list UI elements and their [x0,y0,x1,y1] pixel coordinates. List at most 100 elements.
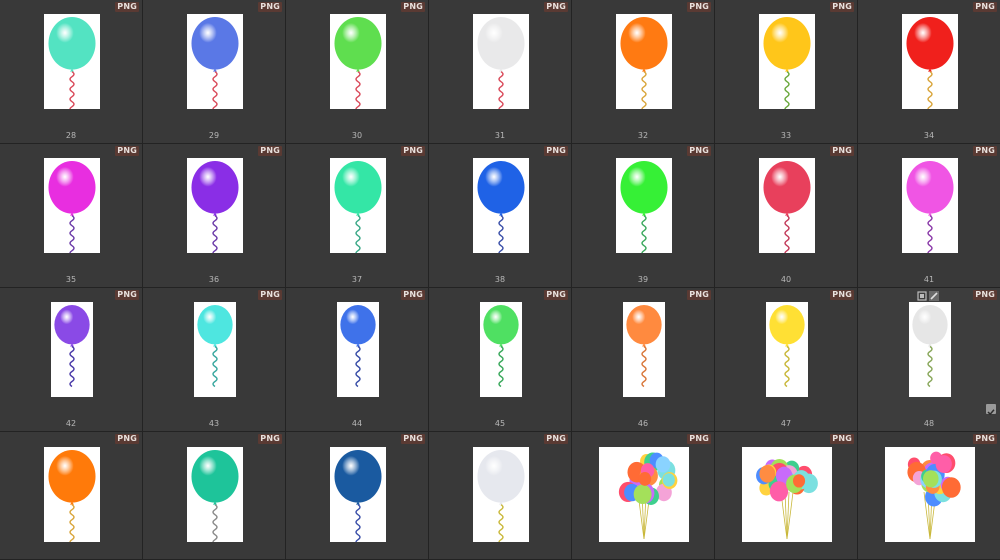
balloon-thumbnail-image[interactable] [742,447,832,542]
balloon-thumbnail-image[interactable] [902,14,958,109]
thumbnail-cell[interactable]: PNG 33 [715,0,858,144]
thumbnail-cell[interactable]: PNG 46 [572,288,715,432]
balloon-icon [191,161,239,253]
file-type-badge: PNG [973,2,997,12]
thumbnail-cell[interactable]: PNG 31 [429,0,572,144]
thumbnail-cell[interactable]: PNG 39 [572,144,715,288]
balloon-thumbnail-image[interactable] [51,302,93,397]
thumbnail-cell[interactable]: PNG 44 [286,288,429,432]
balloon-thumbnail-image[interactable] [902,158,958,253]
balloon-thumbnail-image[interactable] [623,302,665,397]
balloon-thumbnail-image[interactable] [473,158,529,253]
balloon-thumbnail-image[interactable] [766,302,808,397]
balloon-thumbnail-image[interactable] [885,447,975,542]
balloon-thumbnail-image[interactable] [599,447,689,542]
balloon-icon [48,17,96,109]
balloon-icon [756,458,818,540]
thumbnail-cell[interactable]: PNG 28 [0,0,143,144]
thumbnail-cell[interactable]: PNG [286,432,429,560]
thumbnail-number-label: 38 [494,275,506,284]
thumbnail-cell[interactable]: PNG 43 [143,288,286,432]
file-type-badge: PNG [544,146,568,156]
balloon-icon [477,161,525,253]
balloon-icon [48,161,96,253]
thumbnail-number-label: 29 [208,131,220,140]
balloon-icon [334,161,382,253]
frame-icon[interactable] [917,291,927,301]
file-type-badge: PNG [115,290,139,300]
thumbnail-cell[interactable]: PNG 34 [858,0,1000,144]
file-type-badge: PNG [830,434,854,444]
balloon-icon [48,450,96,542]
thumbnail-cell[interactable]: PNG [0,432,143,560]
thumbnail-cell[interactable]: PNG 42 [0,288,143,432]
thumbnail-cell[interactable]: PNG 30 [286,0,429,144]
thumbnail-cell[interactable]: PNG 40 [715,144,858,288]
thumbnail-cell[interactable]: PNG 37 [286,144,429,288]
balloon-thumbnail-image[interactable] [187,14,243,109]
file-type-badge: PNG [115,434,139,444]
file-type-badge: PNG [544,290,568,300]
file-type-badge: PNG [687,434,711,444]
file-type-badge: PNG [830,290,854,300]
balloon-thumbnail-image[interactable] [480,302,522,397]
balloon-icon [477,17,525,109]
balloon-icon [334,17,382,109]
balloon-icon [197,305,233,388]
balloon-thumbnail-image[interactable] [44,14,100,109]
thumbnail-cell[interactable]: PNG [143,432,286,560]
balloon-icon [907,451,961,540]
file-type-badge: PNG [115,146,139,156]
balloon-icon [763,17,811,109]
balloon-thumbnail-image[interactable] [473,14,529,109]
file-type-badge: PNG [544,434,568,444]
balloon-icon [906,17,954,109]
thumbnail-number-label: 47 [780,419,792,428]
balloon-thumbnail-image[interactable] [330,447,386,542]
balloon-thumbnail-image[interactable] [337,302,379,397]
balloon-thumbnail-image[interactable] [759,14,815,109]
balloon-thumbnail-image[interactable] [187,447,243,542]
balloon-thumbnail-image[interactable] [616,14,672,109]
thumbnail-cell[interactable]: PNG 38 [429,144,572,288]
edit-pencil-icon[interactable] [929,291,939,301]
balloon-thumbnail-image[interactable] [330,14,386,109]
balloon-icon [334,450,382,542]
thumbnail-cell[interactable]: PNG 36 [143,144,286,288]
thumbnail-cell[interactable]: PNG [715,432,858,560]
thumbnail-cell[interactable]: PNG 29 [143,0,286,144]
thumbnail-cell[interactable]: PNG 35 [0,144,143,288]
file-type-badge: PNG [115,2,139,12]
balloon-thumbnail-image[interactable] [909,302,951,397]
balloon-thumbnail-image[interactable] [44,447,100,542]
checkbox-icon[interactable] [986,404,996,416]
balloon-icon [912,305,948,388]
thumbnail-cell[interactable]: PNG 48 [858,288,1000,432]
balloon-thumbnail-image[interactable] [187,158,243,253]
thumbnail-cell[interactable]: PNG 45 [429,288,572,432]
thumbnail-number-label: 46 [637,419,649,428]
balloon-icon [620,17,668,109]
file-type-badge: PNG [830,2,854,12]
balloon-icon [54,305,90,388]
thumbnail-cell[interactable]: PNG [572,432,715,560]
balloon-thumbnail-image[interactable] [616,158,672,253]
thumbnail-cell[interactable]: PNG [429,432,572,560]
thumbnail-cell[interactable]: PNG 32 [572,0,715,144]
thumbnail-cell[interactable]: PNG 41 [858,144,1000,288]
file-type-badge: PNG [401,290,425,300]
balloon-thumbnail-image[interactable] [330,158,386,253]
thumbnail-number-label: 32 [637,131,649,140]
balloon-thumbnail-image[interactable] [194,302,236,397]
thumbnail-number-label: 39 [637,275,649,284]
thumbnail-number-label: 45 [494,419,506,428]
thumbnail-number-label: 33 [780,131,792,140]
thumbnail-cell[interactable]: PNG [858,432,1000,560]
balloon-icon [618,452,678,540]
file-type-badge: PNG [687,2,711,12]
balloon-thumbnail-image[interactable] [473,447,529,542]
file-type-badge: PNG [258,434,282,444]
balloon-thumbnail-image[interactable] [759,158,815,253]
balloon-thumbnail-image[interactable] [44,158,100,253]
thumbnail-cell[interactable]: PNG 47 [715,288,858,432]
